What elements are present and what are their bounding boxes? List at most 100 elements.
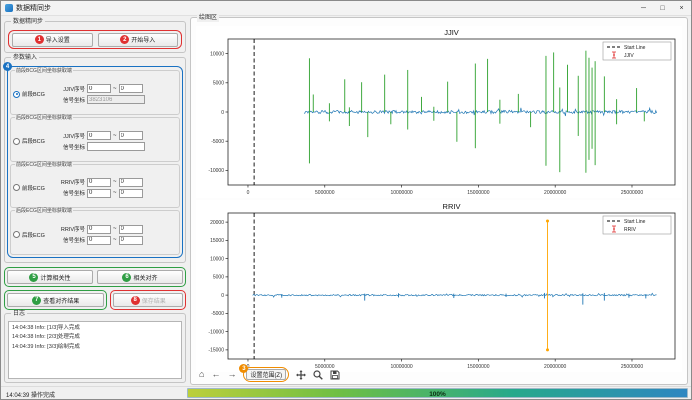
svg-text:-5000: -5000 [211,139,224,145]
log-entry: 14:04:38 Info: [1/3]导入完成 [12,324,178,333]
svg-text:RRIV: RRIV [443,202,461,211]
svg-text:0: 0 [221,293,224,299]
svg-text:20000000: 20000000 [544,364,566,370]
home-icon[interactable]: ⌂ [199,370,204,379]
annotation-7-badge: 7 [32,296,41,305]
param-section-rear-ecg: 后段ECG区间坐标获取端 后段ECG RRIV序号 ~ 信号坐 [10,210,180,255]
close-button[interactable]: × [672,1,691,15]
sync-group-title: 数据精同步 [11,18,45,26]
front-ecg-coord-end-input[interactable] [119,189,143,198]
plot-group-title: 绘图区 [197,14,219,22]
front-ecg-coord-start-input[interactable] [87,189,111,198]
front-bcg-jjiv-start-input[interactable] [87,84,111,93]
svg-text:Start Line: Start Line [624,219,646,225]
svg-text:20000: 20000 [210,220,224,226]
app-window: 数据精同步 ─ □ × 数据精同步 1 导入设置 2 开始导入 参数输入 [0,0,692,400]
rear-bcg-signal-coord-input[interactable] [87,142,145,151]
left-panel: 数据精同步 1 导入设置 2 开始导入 参数输入 4 前段BCG区间坐标获取端 [4,17,188,385]
radio-indicator[interactable] [13,184,20,191]
svg-text:-10000: -10000 [208,168,224,174]
radio-rear-bcg[interactable]: 后段BCG [13,137,55,145]
maximize-button[interactable]: □ [653,1,672,15]
import-settings-button[interactable]: 1 导入设置 [12,33,93,47]
param-section-title: 后段BCG区间坐标获取端 [15,115,73,121]
radio-front-bcg[interactable]: 前段BCG [13,90,55,98]
save-result-button[interactable]: 8 保存结果 [113,293,183,307]
log-group-title: 日志 [11,310,27,318]
annotation-2-badge: 2 [120,35,129,44]
log-list[interactable]: 14:04:38 Info: [1/3]导入完成 14:04:38 Info: … [8,321,182,379]
front-ecg-rriv-end-input[interactable] [119,178,143,187]
rear-ecg-rriv-end-input[interactable] [119,225,143,234]
jjiv-index-label: JJIV序号 [55,85,85,93]
params-group-title: 参数输入 [11,54,39,62]
rear-ecg-rriv-start-input[interactable] [87,225,111,234]
log-entry: 14:04:38 Info: [2/3]处理完成 [12,333,178,342]
sync-groupbox: 数据精同步 1 导入设置 2 开始导入 [4,21,186,53]
radio-indicator[interactable] [13,138,20,145]
front-ecg-rriv-start-input[interactable] [87,178,111,187]
radio-indicator[interactable] [13,231,20,238]
svg-text:-10000: -10000 [208,329,224,335]
start-import-button[interactable]: 2 开始导入 [98,33,179,47]
status-message: 14:04:39 操作完成 [6,390,55,399]
pan-icon[interactable] [296,370,306,380]
svg-text:JJIV: JJIV [444,28,459,37]
forward-icon[interactable]: → [227,370,236,379]
svg-text:5000000: 5000000 [315,190,335,196]
rear-bcg-jjiv-start-input[interactable] [87,131,111,140]
svg-text:10000: 10000 [210,256,224,262]
radio-front-ecg[interactable]: 前段ECG [13,184,55,192]
param-section-rear-bcg: 后段BCG区间坐标获取端 后段BCG JJIV序号 ~ 信号坐 [10,117,180,162]
signal-coord-label: 信号坐标 [55,189,85,197]
progress-label: 100% [188,391,687,398]
rriv-index-label: RRIV序号 [55,225,85,233]
view-align-result-button[interactable]: 7 查看对齐结果 [7,293,104,307]
rriv-chart[interactable]: RRIV050000001000000015000000200000002500… [196,200,682,372]
window-title: 数据精同步 [16,3,51,13]
set-range-button[interactable]: 设置范围(Z) [246,369,286,380]
radio-rear-ecg[interactable]: 后段ECG [13,231,55,239]
svg-text:5000: 5000 [213,275,224,281]
calc-correlation-button[interactable]: 5 计算相关性 [7,270,93,284]
radio-indicator[interactable] [13,91,20,98]
rear-ecg-coord-end-input[interactable] [119,236,143,245]
front-bcg-jjiv-end-input[interactable] [119,84,143,93]
minimize-button[interactable]: ─ [634,1,653,15]
params-groupbox: 参数输入 4 前段BCG区间坐标获取端 前段BCG JJIV序号 ~ [4,57,186,263]
svg-text:0: 0 [221,110,224,116]
rriv-index-label: RRIV序号 [55,178,85,186]
annotation-8-badge: 8 [131,296,140,305]
plot-groupbox: 绘图区 JJIV05000000100000001500000020000000… [190,17,688,385]
param-section-front-ecg: 前段ECG区间坐标获取端 前段ECG RRIV序号 ~ 信号坐 [10,164,180,209]
jjiv-chart[interactable]: JJIV050000001000000015000000200000002500… [196,26,682,198]
signal-coord-label: 信号坐标 [55,143,85,151]
correlation-align-button[interactable]: 6 相关对齐 [97,270,183,284]
back-icon[interactable]: ← [211,370,220,379]
svg-text:RRIV: RRIV [624,227,637,233]
front-bcg-signal-coord-input[interactable] [87,95,145,104]
svg-text:25000000: 25000000 [621,190,643,196]
action-buttons: 5 计算相关性 6 相关对齐 7 查看对齐结果 8 [4,267,186,310]
annotation-rect-save-result: 8 保存结果 [110,290,186,310]
svg-text:10000000: 10000000 [390,190,412,196]
log-entry: 14:04:39 Info: [3/3]绘制完成 [12,343,178,352]
zoom-icon[interactable] [313,370,323,380]
svg-text:-15000: -15000 [208,348,224,354]
signal-coord-label: 信号坐标 [55,236,85,244]
save-figure-icon[interactable] [330,370,340,380]
svg-text:15000: 15000 [210,238,224,244]
svg-text:-5000: -5000 [211,311,224,317]
param-section-front-bcg: 前段BCG区间坐标获取端 前段BCG JJIV序号 ~ 信号坐 [10,70,180,115]
progress-bar: 100% [187,388,688,398]
rear-bcg-jjiv-end-input[interactable] [119,131,143,140]
annotation-rect-params: 4 前段BCG区间坐标获取端 前段BCG JJIV序号 ~ [7,66,183,258]
annotation-rect-import: 1 导入设置 2 开始导入 [8,30,182,49]
param-section-title: 后段ECG区间坐标获取端 [15,208,73,214]
annotation-rect-range: 3 设置范围(Z) [243,367,289,382]
svg-text:JJIV: JJIV [624,53,634,59]
rear-ecg-coord-start-input[interactable] [87,236,111,245]
svg-text:10000: 10000 [210,51,224,57]
signal-coord-label: 信号坐标 [55,96,85,104]
svg-text:5000: 5000 [213,81,224,87]
